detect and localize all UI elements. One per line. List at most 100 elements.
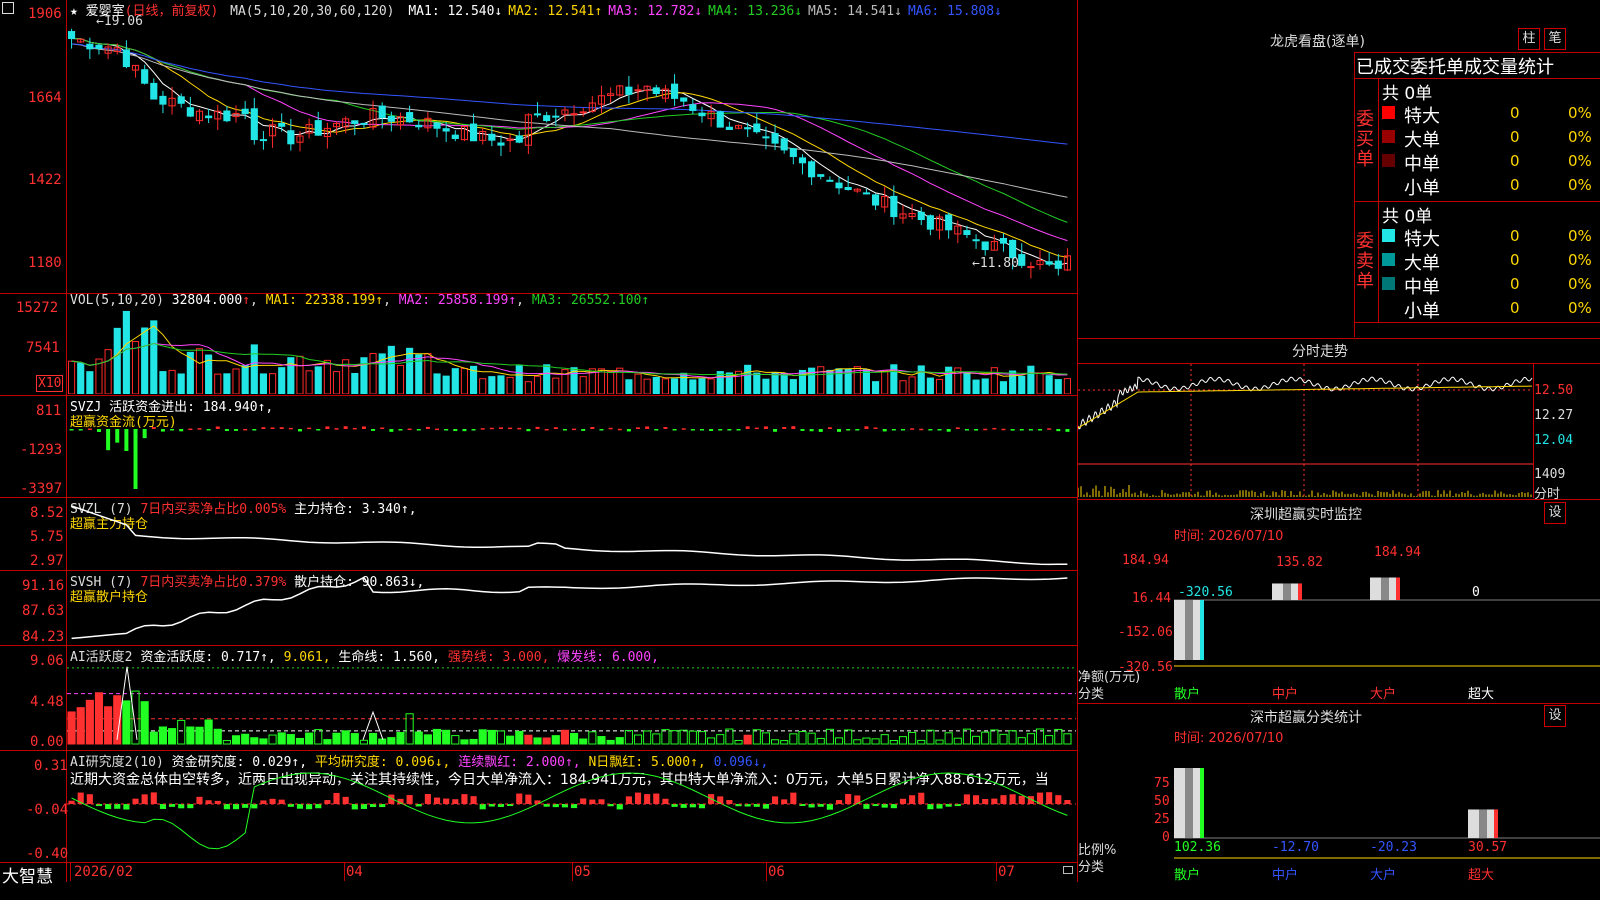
flow-bar: [416, 429, 421, 431]
menu-icon[interactable]: [2, 2, 14, 14]
volume-bar: [926, 377, 934, 394]
research-bar: [159, 804, 166, 809]
activity-bar: [378, 738, 387, 745]
volume-bar: [935, 378, 944, 394]
activity-bar: [222, 740, 231, 745]
volume-bar: [789, 379, 797, 394]
activity-bar: [889, 740, 898, 745]
volume-bar: [387, 345, 395, 394]
volume-bar: [122, 310, 130, 394]
svsh-chart[interactable]: [67, 571, 1076, 645]
research-bar: [726, 800, 733, 804]
candle-body: [141, 69, 149, 84]
svzj-chart[interactable]: [67, 396, 1076, 496]
svzl-chart[interactable]: [67, 498, 1076, 570]
research-bar: [973, 795, 980, 804]
candle-body: [579, 111, 587, 114]
line-mode-button[interactable]: 笔: [1544, 28, 1566, 50]
vol-header: VOL(5,10,20) 32804.000↑, MA1: 22338.199↑…: [70, 293, 650, 308]
volume-bar: [131, 341, 140, 394]
research-bar: [296, 804, 304, 809]
activity-bar: [122, 700, 131, 745]
lock-icon[interactable]: [1063, 866, 1073, 874]
flow-bar: [1019, 429, 1024, 431]
activity-bar: [506, 735, 515, 745]
activity-bar: [241, 733, 250, 745]
activity-bar: [807, 732, 816, 745]
candle-body: [406, 112, 414, 123]
volume-bar: [671, 378, 679, 394]
activity-bar: [707, 737, 716, 745]
high-price-label: ←19.06: [96, 14, 143, 29]
flow-bar: [407, 428, 412, 431]
flow-bar: [727, 429, 732, 431]
research-bar: [890, 804, 897, 809]
bar-mode-button[interactable]: 柱: [1518, 28, 1540, 50]
volume-bar: [305, 370, 313, 394]
research-bar: [963, 794, 970, 804]
activity-bar: [496, 730, 506, 745]
category-axis-label-2: 分类: [1078, 860, 1105, 875]
volume-bar: [762, 378, 770, 394]
candle-body: [122, 49, 130, 68]
flow-bar: [106, 429, 111, 451]
flow-bar: [900, 429, 905, 431]
category-bar-stripe: [1479, 809, 1487, 838]
activity-bar: [825, 728, 834, 745]
flow-bar: [572, 428, 577, 431]
candle-body: [433, 122, 441, 129]
ai-activity-chart[interactable]: [67, 646, 1076, 750]
activity-bar: [697, 731, 707, 745]
ai-research-chart[interactable]: [67, 751, 1076, 861]
activity-bar: [1063, 733, 1072, 745]
flow-bar: [782, 427, 787, 429]
legend-swatch: [1382, 253, 1395, 266]
research-bar: [698, 804, 706, 809]
research-bar: [808, 804, 815, 808]
volume-bar: [259, 373, 267, 394]
volume-bar: [817, 366, 825, 394]
activity-bar: [1026, 733, 1035, 745]
monitor-settings-button[interactable]: 设: [1544, 502, 1566, 524]
flow-bar: [681, 428, 686, 430]
category-settings-button[interactable]: 设: [1544, 705, 1566, 727]
volume-bar: [168, 369, 176, 394]
candle-body: [95, 44, 103, 50]
research-bar: [242, 804, 249, 808]
stats-row: 特大 0 0%: [1380, 102, 1600, 127]
activity-bar: [158, 726, 168, 745]
price-chart[interactable]: [67, 14, 1076, 292]
volume-bar: [607, 370, 615, 394]
monitor-chart[interactable]: -320.56 135.82 184.94 0: [1174, 540, 1600, 680]
volume-bar: [643, 378, 651, 394]
sell-total: 共 0单: [1382, 207, 1433, 227]
flow-bar: [983, 428, 988, 431]
flow-bar: [645, 426, 650, 429]
flow-bar: [334, 428, 339, 430]
volume-bar: [698, 378, 706, 394]
flow-bar: [444, 429, 449, 431]
price-tick-1: 1906: [28, 6, 62, 22]
intraday-chart[interactable]: [1078, 364, 1534, 498]
activity-bar: [551, 735, 560, 745]
flow-bar: [818, 429, 823, 432]
flow-bar: [699, 429, 704, 431]
monitor-tick-1: 184.94: [1122, 553, 1169, 568]
intraday-title: 分时走势: [1292, 344, 1348, 360]
date-tick-3: [572, 863, 573, 881]
activity-bar: [487, 729, 496, 745]
date-tick-5: [996, 863, 997, 881]
volume-bar: [177, 373, 185, 394]
flow-bar: [690, 429, 695, 431]
activity-bar: [85, 699, 94, 745]
flow-bar: [1001, 428, 1006, 431]
activity-bar: [515, 730, 524, 745]
volume-chart[interactable]: [67, 308, 1076, 394]
category-label: 中户: [1272, 868, 1299, 883]
research-bar: [644, 794, 651, 804]
category-tick-3: 25: [1154, 812, 1170, 827]
stats-row: 大单 0 0%: [1380, 126, 1600, 151]
flow-bar: [992, 427, 997, 430]
main-chart-area[interactable]: ★ 爱婴室(日线，前复权) MA(5,10,20,30,60,120) MA1:…: [0, 0, 1077, 887]
vol-unit-badge: X10: [36, 375, 64, 392]
